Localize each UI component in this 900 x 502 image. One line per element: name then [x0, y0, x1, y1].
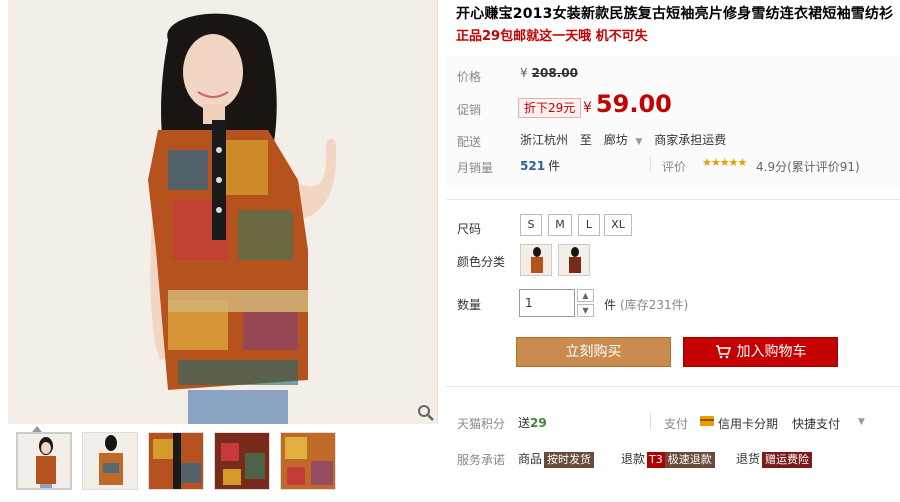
refund-badge-icon: T3	[647, 452, 665, 468]
thumbnail-1-image	[18, 434, 70, 488]
quantity-unit: 件	[604, 298, 617, 312]
original-price: ¥208.00	[520, 66, 578, 80]
thumbnail-3[interactable]	[148, 432, 204, 490]
sale-price-value: 59.00	[595, 90, 672, 118]
service-label: 服务承诺	[457, 453, 506, 467]
rating-stars-icon: ★★★★★	[702, 156, 747, 169]
quantity-increase-icon[interactable]: ▲	[577, 289, 594, 302]
color-option-1-image	[521, 245, 551, 275]
main-product-image[interactable]	[8, 0, 438, 424]
points-prefix: 送	[518, 416, 531, 430]
delivery-destination-select[interactable]: 廊坊	[604, 133, 628, 147]
promo-label: 促销	[457, 103, 482, 117]
payment-installment-link[interactable]: 信用卡分期	[718, 415, 778, 432]
monthly-sales-unit: 件	[548, 159, 561, 173]
points-label: 天猫积分	[457, 417, 506, 431]
monthly-sales-label: 月销量	[457, 161, 494, 175]
add-to-cart-label: 加入购物车	[736, 344, 807, 360]
product-title: 开心赚宝2013女装新款民族复古短袖亮片修身雪纺连衣裙短袖雪纺衫	[456, 6, 894, 22]
size-option-l[interactable]: L	[578, 214, 600, 236]
thumbnail-4-image	[215, 433, 269, 489]
size-option-m[interactable]: M	[548, 214, 572, 236]
cart-icon	[715, 345, 731, 359]
size-option-xl[interactable]: XL	[604, 214, 632, 236]
quantity-input[interactable]: 1	[519, 289, 575, 317]
divider	[446, 199, 900, 200]
service-return-prefix: 退货	[736, 452, 761, 466]
add-to-cart-button[interactable]: 加入购物车	[683, 337, 838, 367]
divider	[650, 413, 651, 429]
service-shipping-badge: 按时发货	[544, 452, 595, 468]
divider	[650, 156, 651, 172]
thumbnail-5-image	[281, 433, 335, 489]
thumbnail-strip	[8, 426, 438, 502]
delivery-to-word: 至	[579, 133, 592, 147]
quantity-label: 数量	[457, 298, 482, 312]
points-value: 29	[530, 416, 547, 430]
thumbnail-3-image	[149, 433, 203, 489]
buy-now-button[interactable]: 立刻购买	[516, 337, 671, 367]
points-info: 送29	[518, 414, 547, 431]
product-subtitle: 正品29包邮就这一天哦 机不可失	[456, 29, 648, 44]
delivery-info: 浙江杭州 至 廊坊 ▼ 商家承担运费	[520, 131, 734, 148]
rating-summary-link[interactable]: 4.9分(累计评价91)	[756, 158, 860, 175]
size-label: 尺码	[457, 222, 482, 236]
color-label: 颜色分类	[457, 255, 506, 269]
original-price-value: 208.00	[531, 66, 578, 80]
rating-label: 评价	[662, 160, 687, 174]
color-option-1[interactable]	[520, 244, 552, 276]
service-return[interactable]: 退货 赠运费险	[736, 450, 813, 468]
thumbnail-5[interactable]	[280, 432, 336, 490]
payment-label: 支付	[664, 417, 689, 431]
thumbnail-2[interactable]	[82, 432, 138, 490]
service-refund-badge: 极速退款	[664, 452, 715, 468]
monthly-sales: 521 件	[520, 157, 560, 174]
stock-count: (库存231件)	[620, 298, 689, 312]
thumbnail-1[interactable]	[16, 432, 72, 490]
color-option-2[interactable]	[558, 244, 590, 276]
color-option-2-image	[559, 245, 589, 275]
service-refund[interactable]: 退款 T3 极速退款	[621, 450, 715, 468]
sale-price: ¥59.00	[583, 90, 672, 118]
payment-quick-pay-link[interactable]: 快捷支付	[792, 415, 840, 432]
chevron-down-icon[interactable]: ▼	[636, 137, 643, 147]
divider	[446, 386, 900, 387]
model-photo-illustration	[8, 0, 437, 424]
thumbnail-2-image	[83, 433, 137, 489]
service-shipping[interactable]: 商品 按时发货	[518, 450, 595, 468]
sale-price-currency: ¥	[583, 100, 592, 116]
thumbnail-4[interactable]	[214, 432, 270, 490]
original-price-currency: ¥	[520, 66, 528, 80]
chevron-down-icon[interactable]: ▼	[858, 417, 865, 427]
service-shipping-prefix: 商品	[518, 452, 543, 466]
delivery-fee: 商家承担运费	[654, 133, 727, 147]
promo-badge: 折下29元	[518, 98, 582, 118]
credit-card-icon	[700, 416, 714, 426]
delivery-label: 配送	[457, 135, 482, 149]
quantity-decrease-icon[interactable]: ▼	[577, 304, 594, 317]
size-option-s[interactable]: S	[520, 214, 542, 236]
service-return-badge: 赠运费险	[762, 452, 813, 468]
service-refund-prefix: 退款	[621, 452, 646, 466]
delivery-from: 浙江杭州	[520, 133, 569, 147]
monthly-sales-count: 521	[520, 159, 546, 173]
magnifier-zoom-icon[interactable]	[416, 404, 436, 422]
price-label: 价格	[457, 70, 482, 84]
